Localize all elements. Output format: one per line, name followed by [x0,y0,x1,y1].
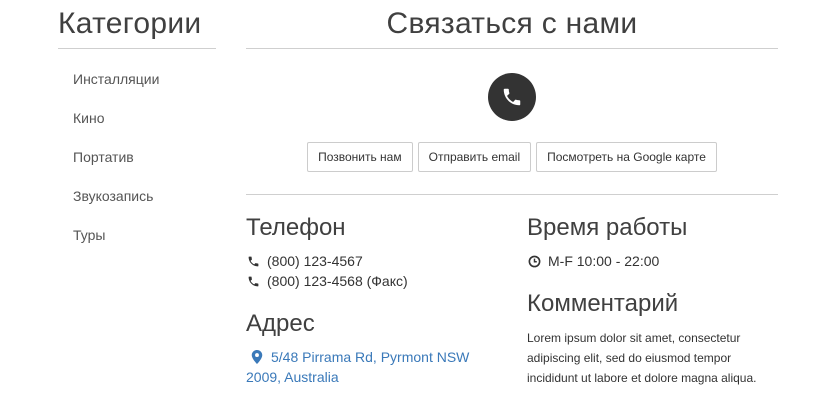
hours-line: M-F 10:00 - 22:00 [527,253,659,269]
sidebar-title: Категории [58,0,216,49]
category-item-recording[interactable]: Звукозапись [73,188,153,204]
category-item-tours[interactable]: Туры [73,227,105,243]
map-marker-icon [251,350,263,364]
clock-icon [527,254,541,268]
page: Категории Инсталляции Кино Портатив Звук… [0,0,833,411]
phone-number: (800) 123-4567 [267,253,363,269]
comment-section-title: Комментарий [527,290,679,317]
comment-text: Lorem ipsum dolor sit amet, consectetur … [527,331,757,385]
call-us-button[interactable]: Позвонить нам [307,142,413,172]
address-text: 5/48 Pirrama Rd, Pyrmont NSW 2009, Austr… [246,349,470,385]
categories-sidebar: Категории Инсталляции Кино Портатив Звук… [58,0,216,243]
fax-number: (800) 123-4568 (Факс) [267,273,408,289]
fax-line: (800) 123-4568 (Факс) [246,273,408,289]
page-title: Связаться с нами [246,0,778,49]
hours-section-title: Время работы [527,214,688,241]
phone-icon [488,73,536,121]
category-item-installations[interactable]: Инсталляции [73,71,159,87]
phone-small-icon [246,274,260,288]
address-section-title: Адрес [246,310,315,337]
view-google-map-button[interactable]: Посмотреть на Google карте [536,142,717,172]
category-item-portable[interactable]: Портатив [73,149,134,165]
contact-actions: Позвонить нам Отправить email Посмотреть… [246,142,778,172]
category-item-cinema[interactable]: Кино [73,110,105,126]
phone-small-icon [246,254,260,268]
address-link[interactable]: 5/48 Pirrama Rd, Pyrmont NSW 2009, Austr… [246,347,486,387]
section-divider [246,194,778,195]
send-email-button[interactable]: Отправить email [417,142,532,172]
phone-line: (800) 123-4567 [246,253,363,269]
contact-main: Связаться с нами Позвонить нам Отправить… [246,0,778,385]
phone-section-title: Телефон [246,214,346,241]
hours-text: M-F 10:00 - 22:00 [548,253,660,269]
